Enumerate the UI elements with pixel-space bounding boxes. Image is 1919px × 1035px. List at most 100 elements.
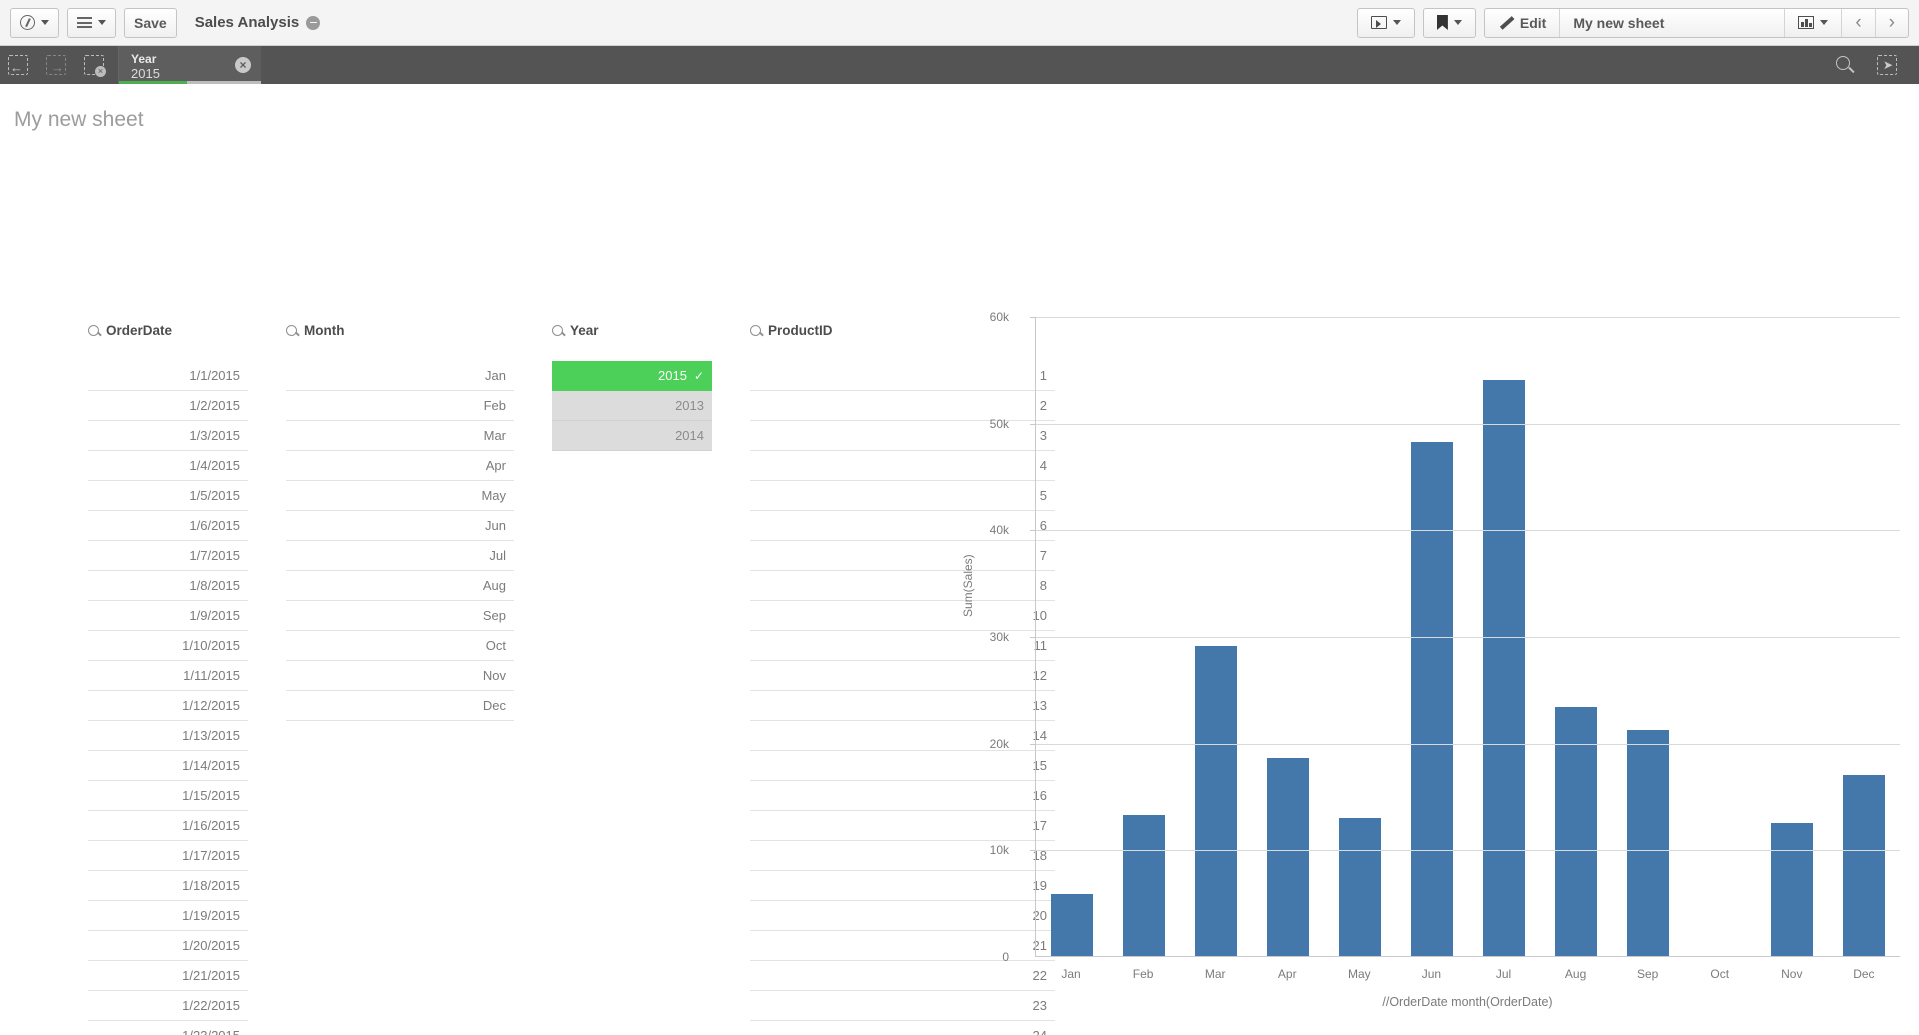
x-axis-tick-label[interactable]: Jan — [1035, 967, 1107, 981]
filter-value-item[interactable]: 2014 — [552, 421, 712, 451]
filter-value-item[interactable]: May — [286, 481, 514, 511]
selection-forward-icon[interactable]: → — [46, 55, 66, 75]
filter-value-item[interactable]: Jan — [286, 361, 514, 391]
filter-value-item[interactable]: Nov — [286, 661, 514, 691]
selection-back-icon[interactable]: ← — [8, 55, 28, 75]
storytelling-button[interactable] — [1358, 9, 1414, 37]
filter-value-item[interactable]: 1/6/2015 — [88, 511, 248, 541]
filter-value-item[interactable]: 1/14/2015 — [88, 751, 248, 781]
filter-value-list[interactable]: 2015 ✓ 2013 2014 — [552, 361, 712, 451]
next-sheet-button[interactable]: › — [1874, 8, 1908, 37]
filter-header-month[interactable]: Month — [286, 317, 514, 343]
x-axis-tick-label[interactable]: Feb — [1107, 967, 1179, 981]
x-axis-tick-label[interactable]: Jun — [1395, 967, 1467, 981]
x-axis-tick-label[interactable]: Nov — [1756, 967, 1828, 981]
filter-value-item[interactable]: 1/15/2015 — [88, 781, 248, 811]
filter-value-item[interactable]: 1/5/2015 — [88, 481, 248, 511]
x-axis-tick-label[interactable]: Apr — [1251, 967, 1323, 981]
bookmarks-button[interactable] — [1424, 9, 1475, 37]
filter-value-item[interactable]: Oct — [286, 631, 514, 661]
filter-value-item[interactable]: 1/18/2015 — [88, 871, 248, 901]
selections-tool-icon[interactable]: ➤ — [1877, 55, 1897, 75]
filter-value-item[interactable]: Jul — [286, 541, 514, 571]
filter-value-item[interactable]: Apr — [286, 451, 514, 481]
bar[interactable] — [1339, 818, 1381, 956]
filter-value-item[interactable]: 1/8/2015 — [88, 571, 248, 601]
save-button[interactable]: Save — [124, 7, 177, 38]
filter-value-item[interactable]: 2015 ✓ — [552, 361, 712, 391]
filter-value-item[interactable]: Feb — [286, 391, 514, 421]
filter-value-item[interactable]: 1/22/2015 — [88, 991, 248, 1021]
bar[interactable] — [1555, 707, 1597, 956]
sheet-view-button[interactable] — [1784, 8, 1841, 37]
x-axis-tick-label[interactable]: Oct — [1684, 967, 1756, 981]
gridline — [1036, 530, 1900, 532]
filter-value-item[interactable]: 1/23/2015 — [88, 1021, 248, 1035]
filter-value-item[interactable]: 1/13/2015 — [88, 721, 248, 751]
filter-value-item[interactable]: 1/10/2015 — [88, 631, 248, 661]
search-icon[interactable] — [552, 324, 563, 336]
filter-value-list[interactable]: 1/1/2015 1/2/2015 1/3/2015 1/4/2015 1/5/2015… — [88, 361, 248, 1035]
y-axis-tick-label: 10k — [989, 843, 1009, 858]
bar[interactable] — [1411, 441, 1453, 956]
sheets-menu-button[interactable] — [67, 7, 116, 38]
x-axis-tick-label[interactable]: Aug — [1540, 967, 1612, 981]
bar[interactable] — [1123, 815, 1165, 956]
bar[interactable] — [1843, 774, 1885, 956]
bar[interactable] — [1627, 729, 1669, 956]
filter-value-item[interactable]: 1/20/2015 — [88, 931, 248, 961]
bar[interactable] — [1771, 822, 1813, 956]
bar[interactable] — [1267, 757, 1309, 956]
filter-value-item[interactable]: 1/9/2015 — [88, 601, 248, 631]
clear-selection-icon[interactable]: × — [235, 57, 251, 73]
filter-value-item[interactable]: Sep — [286, 601, 514, 631]
x-axis-tick-label[interactable]: Mar — [1179, 967, 1251, 981]
search-icon[interactable] — [1836, 55, 1855, 75]
filter-value-item[interactable]: Aug — [286, 571, 514, 601]
filter-value-item[interactable]: 1/1/2015 — [88, 361, 248, 391]
filter-value-item[interactable]: 1/19/2015 — [88, 901, 248, 931]
x-axis-tick-label[interactable]: Jul — [1467, 967, 1539, 981]
search-icon[interactable] — [286, 324, 297, 336]
bar[interactable] — [1195, 645, 1237, 956]
clear-selections-icon[interactable]: × — [84, 55, 106, 77]
sheet-name-button[interactable]: My new sheet — [1559, 8, 1784, 37]
filter-value-item[interactable]: 1/3/2015 — [88, 421, 248, 451]
filter-title: Year — [570, 322, 599, 338]
x-axis-tick-label[interactable]: Sep — [1612, 967, 1684, 981]
filter-value-item[interactable]: Mar — [286, 421, 514, 451]
filter-value-list[interactable]: Jan Feb Mar Apr May Jun Jul Aug Sep Oct Nov Dec — [286, 361, 514, 721]
filter-header-year[interactable]: Year — [552, 317, 712, 343]
selection-chip-year[interactable]: Year 2015 × — [119, 46, 261, 84]
x-axis-tick-label[interactable]: Dec — [1828, 967, 1900, 981]
x-axis-tick-label[interactable]: May — [1323, 967, 1395, 981]
filter-value-item[interactable]: Jun — [286, 511, 514, 541]
filter-value-item[interactable]: 1/2/2015 — [88, 391, 248, 421]
chevron-down-icon — [41, 20, 49, 25]
chevron-right-icon: › — [1888, 11, 1895, 33]
bar[interactable] — [1483, 380, 1525, 956]
search-icon[interactable] — [750, 324, 761, 336]
filter-value-item[interactable]: 1/17/2015 — [88, 841, 248, 871]
filter-value-item[interactable]: 2013 — [552, 391, 712, 421]
filter-value-item[interactable]: 1/4/2015 — [88, 451, 248, 481]
app-title: Sales Analysis — [195, 14, 321, 31]
edit-button[interactable]: Edit — [1485, 9, 1559, 37]
filter-value-item[interactable]: Dec — [286, 691, 514, 721]
filter-header-orderdate[interactable]: OrderDate — [88, 317, 248, 343]
filter-value-item[interactable]: 24 — [750, 1021, 1055, 1035]
y-axis-tick-mark — [1030, 530, 1036, 532]
sheet-canvas: OrderDate 1/1/2015 1/2/2015 1/3/2015 1/4/201… — [0, 132, 1919, 1035]
filter-value-item[interactable]: 1/16/2015 — [88, 811, 248, 841]
search-icon[interactable] — [88, 324, 99, 336]
filter-value-item[interactable]: 1/7/2015 — [88, 541, 248, 571]
previous-sheet-button[interactable]: ‹ — [1841, 8, 1874, 37]
navigation-menu-button[interactable] — [10, 7, 59, 38]
bookmark-icon — [1436, 15, 1448, 30]
filter-value-item[interactable]: 1/21/2015 — [88, 961, 248, 991]
bar[interactable] — [1051, 894, 1093, 956]
y-axis-tick-label: 40k — [989, 523, 1009, 538]
filter-value-item[interactable]: 1/11/2015 — [88, 661, 248, 691]
filter-value-item[interactable]: 1/12/2015 — [88, 691, 248, 721]
chevron-down-icon — [1392, 20, 1401, 25]
